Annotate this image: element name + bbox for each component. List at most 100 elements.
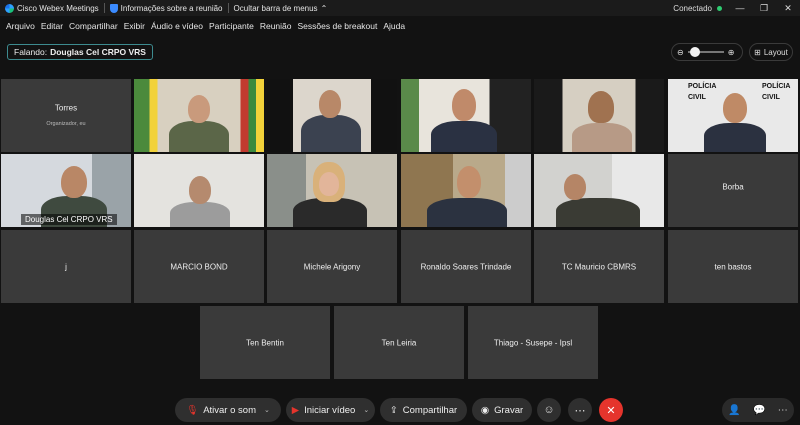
participant-video-7[interactable] xyxy=(267,154,397,227)
participants-icon[interactable]: 👤 xyxy=(728,405,740,416)
participant-tile-michele-arigony[interactable]: Michele Arigony xyxy=(267,230,397,303)
menu-ajuda[interactable]: Ajuda xyxy=(380,21,408,31)
chevron-up-icon: ⌃ xyxy=(320,3,328,13)
app-name: Cisco Webex Meetings xyxy=(17,3,99,13)
webex-logo-icon xyxy=(5,3,14,13)
backdrop-text: POLÍCIA xyxy=(762,83,791,90)
minimize-button[interactable]: — xyxy=(728,0,752,16)
connection-status: Conectado xyxy=(673,3,712,13)
participant-name: MARCIO BOND xyxy=(170,262,228,271)
end-meeting-button[interactable]: ✕ xyxy=(599,398,623,422)
participant-name: Borba xyxy=(722,182,744,192)
menu-editar[interactable]: Editar xyxy=(38,21,66,31)
zoom-slider[interactable] xyxy=(687,47,724,57)
participant-tile-torres[interactable]: Torres Organizador, eu xyxy=(1,79,131,152)
restore-button[interactable]: ❐ xyxy=(752,0,776,16)
hide-menu-label: Ocultar barra de menus xyxy=(233,3,318,13)
participant-name: Ronaldo Soares Trindade xyxy=(420,262,512,271)
participant-name: Ten Bentin xyxy=(246,338,284,347)
participant-video-6[interactable] xyxy=(134,154,264,227)
backdrop-text: CIVIL xyxy=(688,94,706,101)
speaker-prefix: Falando: xyxy=(14,47,48,57)
share-button[interactable]: ⇪ Compartilhar xyxy=(380,398,467,422)
menu-sessoes-breakout[interactable]: Sessões de breakout xyxy=(295,21,381,31)
video-off-icon: ▶ xyxy=(291,404,300,416)
layout-button[interactable]: ⊞ Layout xyxy=(749,43,793,61)
participant-name: j xyxy=(65,262,67,271)
participant-name: Thiago - Susepe - Ipsl xyxy=(493,338,573,347)
more-panels-icon[interactable]: ⋯ xyxy=(778,405,788,416)
chevron-down-icon[interactable]: ⌄ xyxy=(264,406,270,414)
unmute-button[interactable]: 🎙 Ativar o som ⌄ xyxy=(175,398,281,422)
start-video-button[interactable]: ▶ Iniciar vídeo ⌄ xyxy=(286,398,375,422)
zoom-in-icon[interactable]: ⊕ xyxy=(728,48,735,57)
menu-arquivo[interactable]: Arquivo xyxy=(3,21,38,31)
participant-tile-borba[interactable]: Borba xyxy=(668,154,798,227)
menu-audio-video[interactable]: Áudio e vídeo xyxy=(148,21,206,31)
shield-icon xyxy=(109,3,118,13)
zoom-out-icon[interactable]: ⊖ xyxy=(677,48,684,57)
participant-name-tag: Douglas Cel CRPO VRS xyxy=(21,214,117,225)
close-window-button[interactable]: ✕ xyxy=(776,0,800,16)
menu-participante[interactable]: Participante xyxy=(206,21,257,31)
reactions-button[interactable]: ☺ xyxy=(537,398,561,422)
share-icon: ⇪ xyxy=(389,404,398,416)
app-title: Cisco Webex Meetings xyxy=(0,0,104,16)
policia-civil-backdrop: POLÍCIA CIVIL xyxy=(688,81,716,103)
active-speaker-indicator: Falando: Douglas Cel CRPO VRS xyxy=(7,44,153,60)
meeting-controls: 🎙 Ativar o som ⌄ ▶ Iniciar vídeo ⌄ ⇪ Com… xyxy=(0,396,800,424)
participant-tile-ten-leiria[interactable]: Ten Leiria xyxy=(334,306,464,379)
participant-tile-j[interactable]: j xyxy=(1,230,131,303)
participant-video-5[interactable]: POLÍCIA CIVIL POLÍCIA CIVIL xyxy=(668,79,798,152)
record-button[interactable]: ◉ Gravar xyxy=(472,398,532,422)
hide-menu-button[interactable]: Ocultar barra de menus ⌃ xyxy=(229,0,333,16)
participant-video-9[interactable] xyxy=(534,154,664,227)
participant-tile-ten-bentin[interactable]: Ten Bentin xyxy=(200,306,330,379)
zoom-slider-handle[interactable] xyxy=(689,47,700,57)
smiley-icon: ☺ xyxy=(543,404,555,416)
microphone-muted-icon: 🎙 xyxy=(186,404,199,416)
participant-video-4[interactable] xyxy=(534,79,664,152)
menu-reuniao[interactable]: Reunião xyxy=(257,21,295,31)
participant-name: TC Mauricio CBMRS xyxy=(561,262,637,271)
speaker-name: Douglas Cel CRPO VRS xyxy=(50,47,146,57)
record-label: Gravar xyxy=(494,404,524,416)
backdrop-text: CIVIL xyxy=(762,94,780,101)
participant-tile-thiago[interactable]: Thiago - Susepe - Ipsl xyxy=(468,306,598,379)
zoom-control: ⊖ ⊕ xyxy=(671,43,743,61)
share-label: Compartilhar xyxy=(402,404,458,416)
start-video-label: Iniciar vídeo xyxy=(304,404,356,416)
participant-name: Michele Arigony xyxy=(303,262,361,271)
participant-name: ten bastos xyxy=(714,262,752,271)
participant-video-3[interactable] xyxy=(401,79,531,152)
more-icon: ⋯ xyxy=(574,404,586,417)
close-icon: ✕ xyxy=(606,404,616,417)
connected-indicator-icon xyxy=(717,5,722,11)
title-bar: Cisco Webex Meetings Informações sobre a… xyxy=(0,0,800,16)
participant-tile-tc-mauricio[interactable]: TC Mauricio CBMRS xyxy=(534,230,664,303)
participant-name: Torres xyxy=(54,103,78,113)
participant-video-8[interactable] xyxy=(401,154,531,227)
participant-tile-marcio-bond[interactable]: MARCIO BOND xyxy=(134,230,264,303)
panel-toggle-group: 👤 💬 ⋯ xyxy=(722,398,794,422)
participant-tile-ronaldo-soares-trindade[interactable]: Ronaldo Soares Trindade xyxy=(401,230,531,303)
menu-bar: Arquivo Editar Compartilhar Exibir Áudio… xyxy=(0,17,800,35)
layout-grid-icon: ⊞ xyxy=(754,47,761,57)
participant-video-douglas[interactable]: Douglas Cel CRPO VRS xyxy=(1,154,131,227)
backdrop-text: POLÍCIA xyxy=(688,83,717,90)
layout-label: Layout xyxy=(763,47,788,57)
participant-video-2[interactable] xyxy=(267,79,397,152)
menu-compartilhar[interactable]: Compartilhar xyxy=(66,21,121,31)
participant-name: Ten Leiria xyxy=(381,338,417,347)
record-icon: ◉ xyxy=(480,404,490,416)
unmute-label: Ativar o som xyxy=(203,404,256,416)
policia-civil-backdrop: POLÍCIA CIVIL xyxy=(762,81,790,103)
chat-icon[interactable]: 💬 xyxy=(753,405,765,416)
more-options-button[interactable]: ⋯ xyxy=(568,398,592,422)
menu-exibir[interactable]: Exibir xyxy=(121,21,148,31)
participant-video-1[interactable] xyxy=(134,79,264,152)
meeting-info-button[interactable]: Informações sobre a reunião xyxy=(105,0,228,16)
participant-role: Organizador, eu xyxy=(46,121,86,128)
participant-tile-ten-bastos[interactable]: ten bastos xyxy=(668,230,798,303)
chevron-down-icon[interactable]: ⌄ xyxy=(363,406,369,414)
